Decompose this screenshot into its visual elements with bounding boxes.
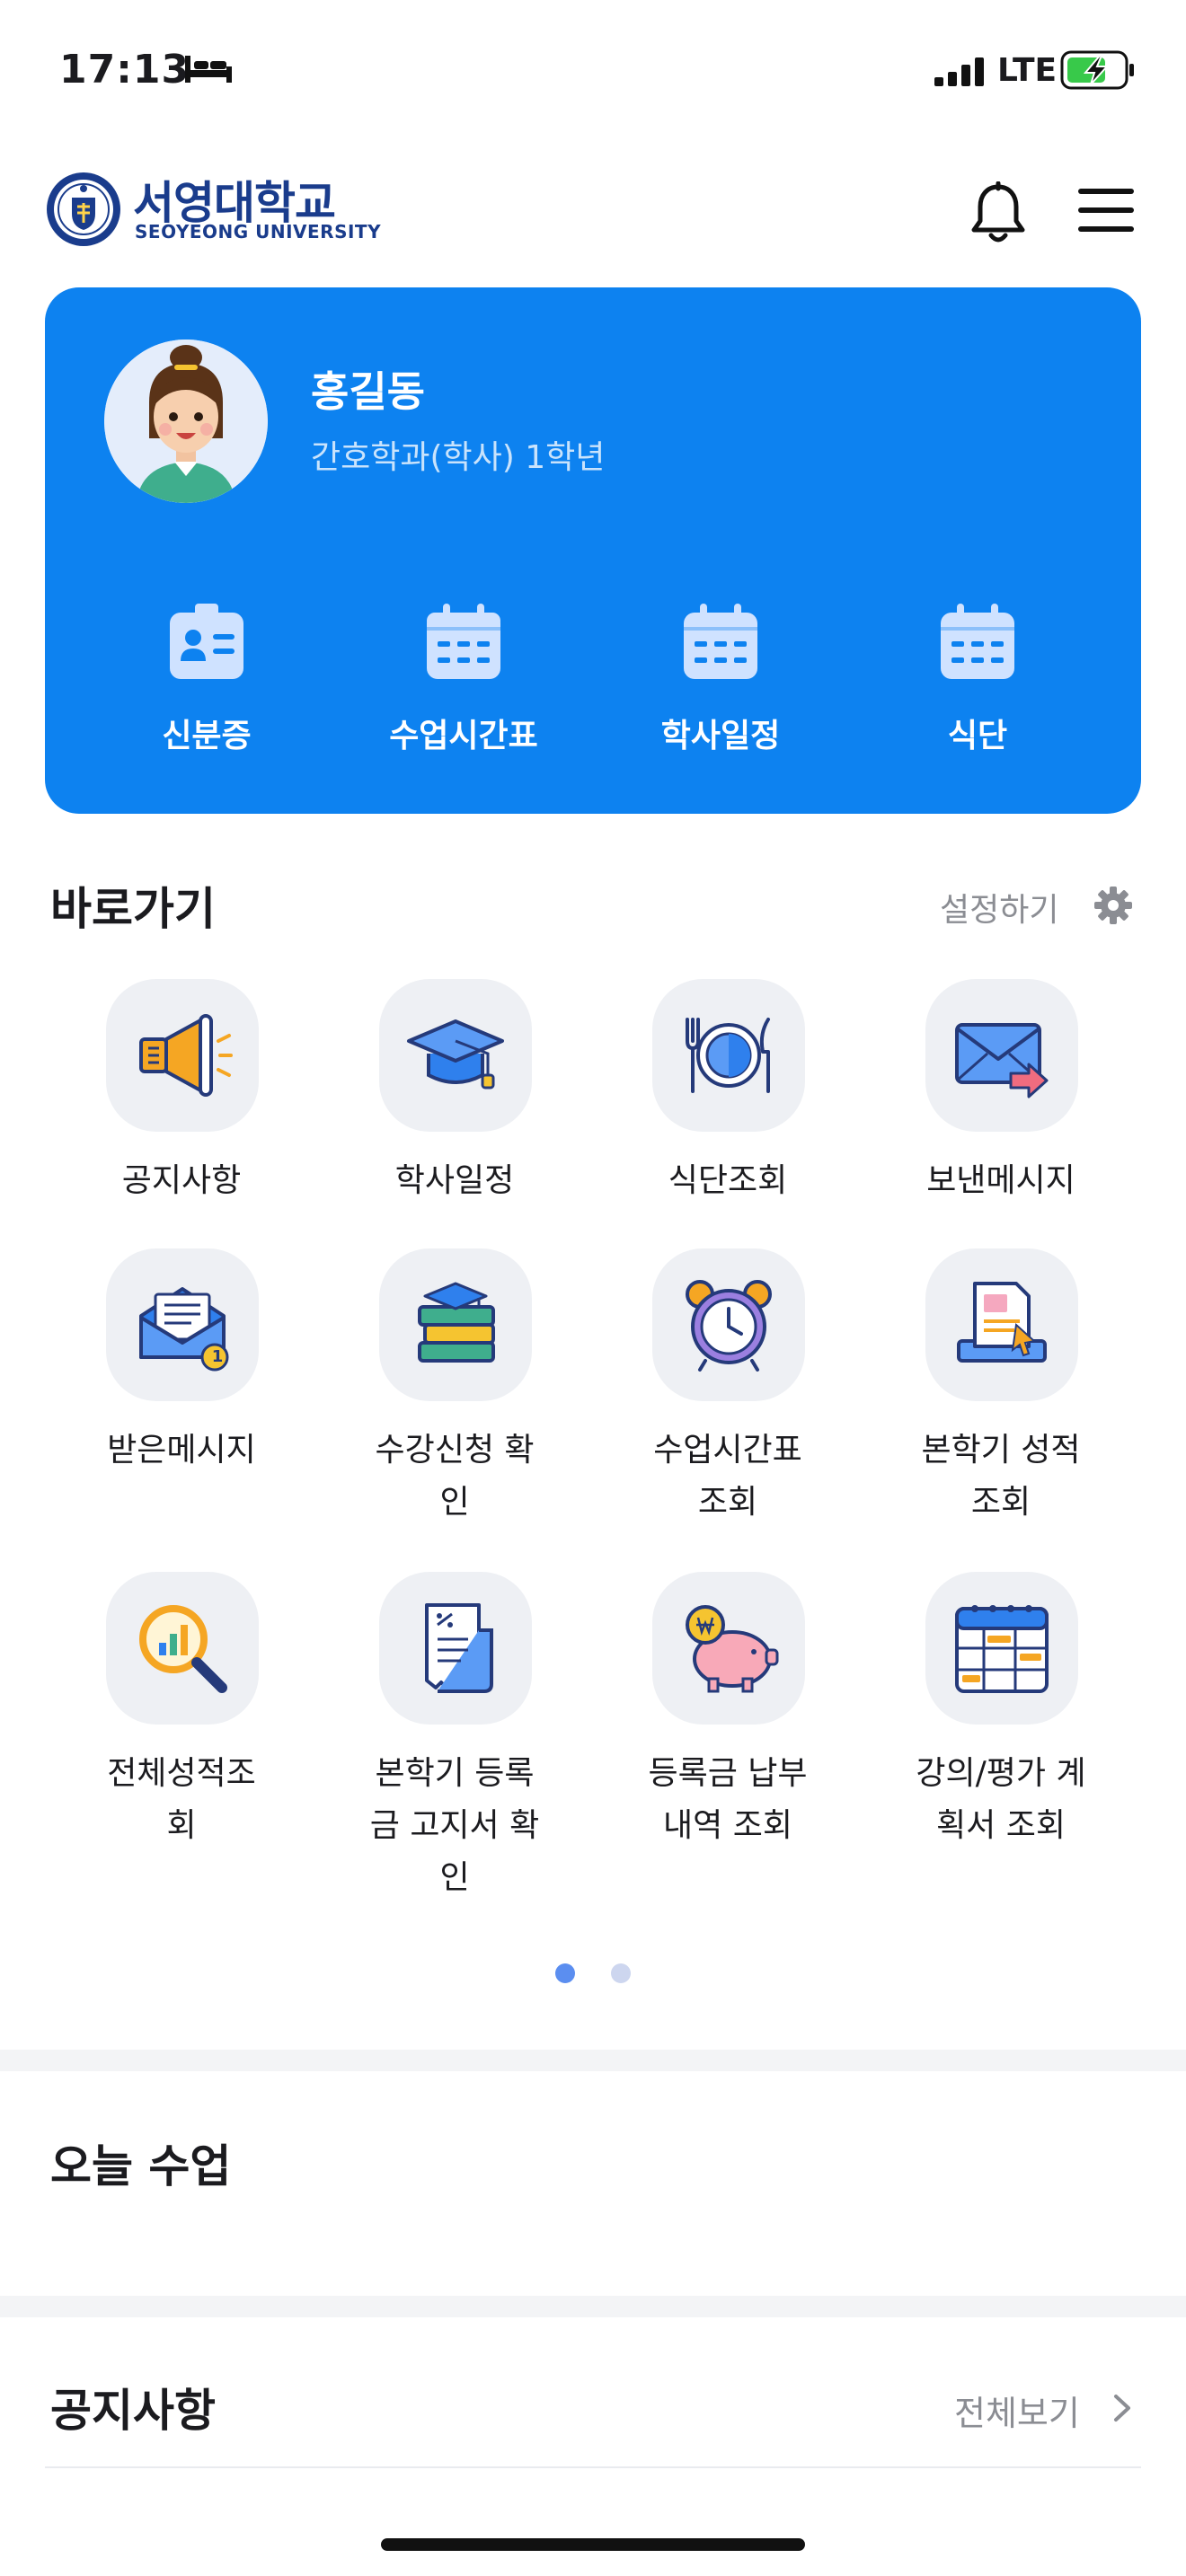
today-class-title: 오늘 수업 [50,2140,232,2192]
pager-dot-active[interactable] [555,1963,575,1983]
shortcut-tile [652,1572,805,1725]
shortcut-total-grades[interactable]: 전체성적조 회 [47,1572,316,1877]
notification-badge: 1 [211,1347,224,1366]
shortcut-received-messages[interactable]: 1 받은메시지 [47,1248,316,1554]
planner-icon [955,1605,1049,1693]
shortcut-label: 수강신청 확인 [375,1432,535,1521]
university-logo[interactable]: 서영대학교 SEOYEONG UNIVERSITY [45,167,381,253]
shortcut-label: 공지사항 [121,1162,242,1199]
shortcut-semester-grades[interactable]: 본학기 성적 조회 [866,1248,1136,1554]
hamburger-menu-icon[interactable] [1076,185,1136,235]
list-divider [45,2466,1141,2468]
quick-menu-label: 식단 [947,718,1008,754]
section-divider [0,2050,1186,2071]
shortcut-tile [106,1572,259,1725]
calendar-icon [427,604,500,679]
shortcut-label: 보낸메시지 [926,1162,1075,1199]
bell-icon[interactable] [967,181,1030,248]
shortcut-label: 등록금 납부 내역 조회 [648,1755,808,1844]
calendar-icon [941,604,1014,679]
shortcut-label: 학사일정 [394,1162,515,1199]
shortcut-tile [652,979,805,1132]
shortcut-tile [925,1572,1078,1725]
magnifier-chart-icon [139,1605,227,1693]
shortcut-label: 본학기 성적 조회 [921,1432,1081,1521]
shortcut-tile [652,1248,805,1401]
quick-menu-label: 학사일정 [660,718,781,754]
status-bar: 17:13 LTE [0,0,1186,135]
books-icon [418,1282,495,1363]
settings-link[interactable]: 설정하기 [940,884,1058,931]
chevron-right-icon[interactable] [1111,2393,1134,2423]
shortcut-tile [379,979,532,1132]
shortcut-tuition-payment[interactable]: 등록금 납부 내역 조회 [593,1572,863,1877]
student-department: 간호학과(학사) 1학년 [311,439,606,476]
shortcut-tile [106,979,259,1132]
quick-menu-label: 수업시간표 [389,718,538,754]
app-header: 서영대학교 SEOYEONG UNIVERSITY [0,162,1186,260]
shortcut-academic-calendar[interactable]: 학사일정 [320,979,589,1284]
home-indicator[interactable] [381,2538,805,2551]
quick-menu-meal[interactable]: 식단 [861,602,1094,781]
status-time: 17:13 [59,47,190,93]
battery-charging-icon [1060,50,1134,90]
shortcut-tuition-invoice[interactable]: 본학기 등록 금 고지서 확인 [320,1572,589,1896]
shortcut-tile [379,1248,532,1401]
quick-menu-academic-calendar[interactable]: 학사일정 [604,602,837,781]
shortcuts-title: 바로가기 [50,883,216,935]
shortcut-label: 강의/평가 계 획서 조회 [916,1755,1086,1844]
grade-report-icon [957,1282,1047,1363]
quick-menu-id-card[interactable]: 신분증 [90,602,323,781]
student-avatar-icon [104,340,268,503]
shortcut-tile [925,1248,1078,1401]
pager-dot[interactable] [611,1963,631,1983]
shortcut-course-syllabus[interactable]: 강의/평가 계 획서 조회 [866,1572,1136,1877]
plate-cutlery-icon [686,1018,770,1093]
network-label: LTE [997,52,1058,89]
alarm-clock-icon [686,1280,772,1372]
quick-menu-label: 신분증 [162,718,252,754]
logo-english-text: SEOYEONG UNIVERSITY [135,221,382,243]
avatar[interactable] [104,340,268,503]
calendar-icon [684,604,757,679]
shortcut-registration-check[interactable]: 수강신청 확인 [320,1248,589,1554]
notices-title: 공지사항 [50,2385,216,2437]
shortcut-label: 식단조회 [668,1162,788,1199]
student-name: 홍길동 [311,367,425,416]
piggy-bank-icon [686,1605,779,1693]
profile-card: 홍길동 간호학과(학사) 1학년 신분증 수업시간표 학사일정 식단 [45,287,1141,814]
section-divider [0,2296,1186,2317]
shortcut-tile [925,979,1078,1132]
shortcut-sent-messages[interactable]: 보낸메시지 [866,979,1136,1284]
shortcut-tile: 1 [106,1248,259,1401]
shortcut-notice[interactable]: 공지사항 [47,979,316,1284]
shortcut-tile [379,1572,532,1725]
shortcut-timetable[interactable]: 수업시간표 조회 [593,1248,863,1554]
gear-icon[interactable] [1093,885,1134,926]
megaphone-icon [139,1014,233,1097]
id-card-icon [170,604,243,679]
receipt-icon [425,1603,493,1693]
signal-icon [934,57,984,86]
university-seal-icon [47,172,120,246]
bed-icon [185,56,232,83]
shortcut-label: 수업시간표 조회 [653,1432,802,1521]
envelope-send-icon [955,1023,1049,1098]
quick-menu-timetable[interactable]: 수업시간표 [347,602,580,781]
graduation-cap-icon [407,1019,504,1090]
shortcut-label: 받은메시지 [107,1432,256,1469]
shortcut-label: 전체성적조 회 [107,1755,256,1844]
shortcut-meal[interactable]: 식단조회 [593,979,863,1284]
view-all-link[interactable]: 전체보기 [954,2386,1080,2435]
shortcut-label: 본학기 등록 금 고지서 확인 [369,1755,540,1896]
